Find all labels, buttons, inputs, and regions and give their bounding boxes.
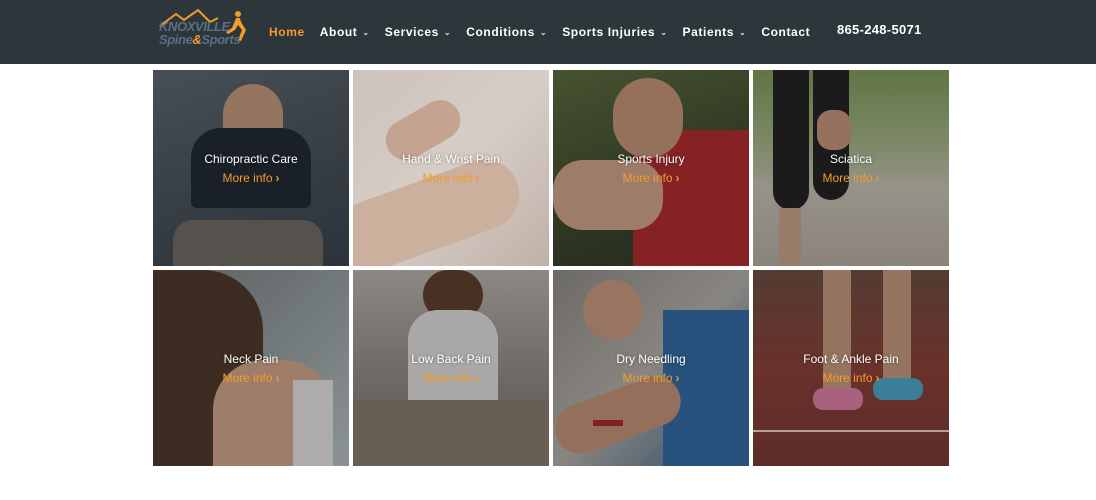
- main-nav: Home About ⌄ Services ⌄ Conditions ⌄ Sports…: [269, 0, 825, 64]
- chevron-right-icon: ›: [875, 371, 880, 385]
- more-info-link[interactable]: More info ›: [422, 371, 479, 385]
- tile-caption: Low Back Pain More info ›: [353, 352, 549, 387]
- site-header: KNOXVILLE Spine&Sports Home About ⌄ Servi…: [0, 0, 1096, 64]
- tile-caption: Hand & Wrist Pain More info ›: [353, 152, 549, 187]
- tile-hand-wrist-pain[interactable]: Hand & Wrist Pain More info ›: [353, 70, 549, 266]
- chevron-down-icon: ⌄: [539, 27, 548, 37]
- chevron-right-icon: ›: [675, 171, 680, 185]
- more-info-link[interactable]: More info ›: [422, 171, 479, 185]
- nav-sports-injuries[interactable]: Sports Injuries ⌄: [562, 25, 667, 39]
- nav-patients[interactable]: Patients ⌄: [683, 25, 747, 39]
- tile-title: Low Back Pain: [411, 352, 491, 366]
- tile-foot-ankle-pain[interactable]: Foot & Ankle Pain More info ›: [753, 270, 949, 466]
- site-logo[interactable]: KNOXVILLE Spine&Sports: [158, 8, 248, 54]
- chevron-right-icon: ›: [475, 171, 480, 185]
- chevron-down-icon: ⌄: [362, 27, 370, 37]
- tile-sports-injury[interactable]: Sports Injury More info ›: [553, 70, 749, 266]
- more-info-link[interactable]: More info ›: [222, 371, 279, 385]
- chevron-right-icon: ›: [875, 171, 880, 185]
- chevron-down-icon: ⌄: [443, 27, 452, 37]
- logo-text-line2: Spine&Sports: [159, 32, 241, 47]
- nav-about[interactable]: About ⌄: [320, 25, 370, 39]
- more-info-link[interactable]: More info ›: [822, 371, 879, 385]
- tile-caption: Sports Injury More info ›: [553, 152, 749, 187]
- chevron-right-icon: ›: [275, 171, 280, 185]
- tile-title: Sports Injury: [617, 152, 685, 166]
- tile-title: Dry Needling: [616, 352, 686, 366]
- tile-caption: Dry Needling More info ›: [553, 352, 749, 387]
- phone-number[interactable]: 865-248-5071: [837, 22, 922, 37]
- tile-caption: Chiropractic Care More info ›: [153, 152, 349, 187]
- chevron-right-icon: ›: [475, 371, 480, 385]
- tile-title: Foot & Ankle Pain: [803, 352, 899, 366]
- more-info-link[interactable]: More info ›: [622, 371, 679, 385]
- tile-title: Neck Pain: [223, 352, 279, 366]
- nav-contact[interactable]: Contact: [761, 25, 810, 39]
- tile-caption: Foot & Ankle Pain More info ›: [753, 352, 949, 387]
- chevron-right-icon: ›: [275, 371, 280, 385]
- chevron-down-icon: ⌄: [739, 27, 747, 37]
- more-info-link[interactable]: More info ›: [222, 171, 279, 185]
- nav-services[interactable]: Services ⌄: [385, 25, 452, 39]
- conditions-grid: Chiropractic Care More info › Hand & Wris…: [153, 70, 949, 466]
- more-info-link[interactable]: More info ›: [622, 171, 679, 185]
- tile-dry-needling[interactable]: Dry Needling More info ›: [553, 270, 749, 466]
- tile-caption: Sciatica More info ›: [753, 152, 949, 187]
- chevron-down-icon: ⌄: [660, 27, 668, 37]
- tile-title: Chiropractic Care: [204, 152, 298, 166]
- tile-caption: Neck Pain More info ›: [153, 352, 349, 387]
- tile-sciatica[interactable]: Sciatica More info ›: [753, 70, 949, 266]
- nav-conditions[interactable]: Conditions ⌄: [466, 25, 547, 39]
- more-info-link[interactable]: More info ›: [822, 171, 879, 185]
- tile-title: Sciatica: [829, 152, 873, 166]
- nav-home[interactable]: Home: [269, 25, 305, 39]
- tile-chiropractic-care[interactable]: Chiropractic Care More info ›: [153, 70, 349, 266]
- tile-neck-pain[interactable]: Neck Pain More info ›: [153, 270, 349, 466]
- tile-low-back-pain[interactable]: Low Back Pain More info ›: [353, 270, 549, 466]
- tile-title: Hand & Wrist Pain: [402, 152, 500, 166]
- chevron-right-icon: ›: [675, 371, 680, 385]
